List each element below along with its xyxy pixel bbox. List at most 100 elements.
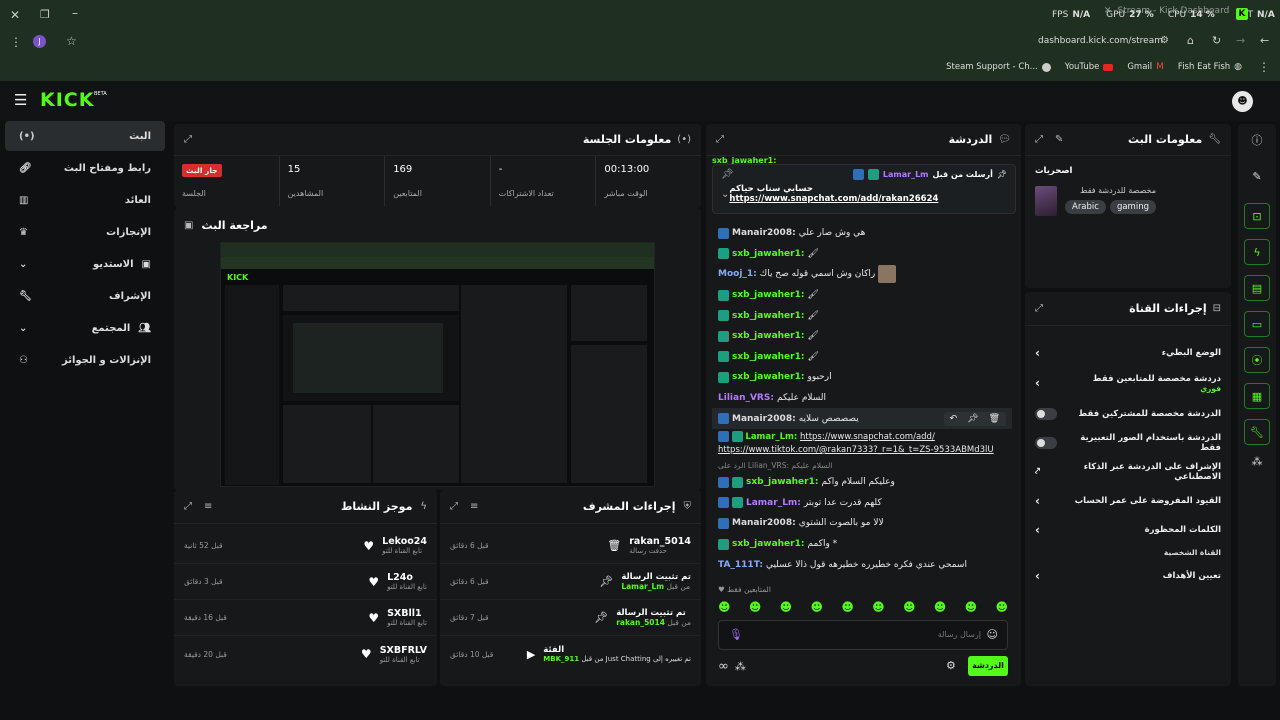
chat-link[interactable]: https://www.tiktok.com/@rakan7333?_r=1&_… xyxy=(718,445,994,455)
send-chat-button[interactable]: الدردشة xyxy=(968,656,1008,676)
delete-icon[interactable]: 🗑︎ xyxy=(989,414,1000,424)
chat-message[interactable]: sxb_jawaher1: وعليكم السلام واكم xyxy=(712,472,1012,493)
community-dots-icon[interactable]: ⁂ xyxy=(735,660,746,673)
emote-7-icon[interactable]: ☻ xyxy=(903,600,916,614)
account-age-row[interactable]: القيود المفروضة على عمر الحساب › xyxy=(1025,486,1231,515)
bookmark-youtube[interactable]: YouTube xyxy=(1065,62,1114,72)
reply-icon[interactable]: ↶ xyxy=(950,414,958,424)
emote-2-icon[interactable]: ☻ xyxy=(749,600,762,614)
chat-message[interactable]: sxb_jawaher1: ارحبوو xyxy=(712,367,1012,388)
chat-message-links[interactable]: Lamar_Lm: https://www.snapchat.com/add/h… xyxy=(712,429,1012,459)
chat-message-hovered[interactable]: Manair2008: يصصصص سلايه ↶ 📌︎ 🗑︎ xyxy=(712,408,1012,429)
menu-dots-icon[interactable]: ⋮ xyxy=(10,35,22,49)
sidebar-item-revenue[interactable]: العائد ▥ xyxy=(5,185,165,215)
stream-video[interactable]: KICK xyxy=(220,242,655,487)
broadcast-icon[interactable]: ⦿ xyxy=(1244,347,1270,373)
emote-9-icon[interactable]: ☻ xyxy=(965,600,978,614)
document-icon[interactable]: ▤ xyxy=(1244,275,1270,301)
emote-8-icon[interactable]: ☻ xyxy=(934,600,947,614)
lightning-icon[interactable]: ϟ xyxy=(1244,239,1270,265)
mic-icon[interactable]: 🎙︎ xyxy=(729,628,743,641)
actions-icon[interactable]: ▦ xyxy=(1244,383,1270,409)
pinned-message[interactable]: 📌︎ Lamar_Lm أرسلت من قبل 📌︎ ⌄ حسابي سناب ح… xyxy=(712,164,1016,214)
subscribers-only-toggle[interactable] xyxy=(1035,407,1057,420)
chat-link[interactable]: https://www.snapchat.com/add/ xyxy=(800,432,935,442)
chat-message[interactable]: sxb_jawaher1: 🖌︎ xyxy=(712,305,1012,326)
pin-icon[interactable]: 📌︎ xyxy=(967,414,978,424)
chat-message[interactable]: sxb_jawaher1: 🖌︎ xyxy=(712,347,1012,368)
chat-user[interactable]: sxb_jawaher1: xyxy=(732,249,804,259)
sidebar-item-studio[interactable]: ⌄ ▣ الاستديو xyxy=(5,249,165,279)
chat-message[interactable]: Manair2008: لالا مو بالصوت الشتوي xyxy=(712,513,1012,534)
chat-input[interactable]: 🎙︎ إرسال رسالة ☺ xyxy=(718,620,1008,650)
emote-10-icon[interactable]: ☻ xyxy=(995,600,1008,614)
pinned-link[interactable]: https://www.snapchat.com/add/rakan26624 xyxy=(729,194,938,204)
kick-logo[interactable]: KICK xyxy=(40,89,94,111)
chat-user[interactable]: sxb_jawaher1: xyxy=(732,331,804,341)
sidebar-item-moderation[interactable]: الإشراف 🔧︎ xyxy=(5,281,165,311)
chevron-down-icon[interactable]: ⌄ xyxy=(721,189,729,200)
sidebar-item-achievements[interactable]: الإنجازات ♛ xyxy=(5,217,165,247)
infinity-icon[interactable]: ∞ xyxy=(718,659,729,674)
chat-message[interactable]: Mooj_1: راكان وش اسمي قوله صح ياك xyxy=(712,264,1012,285)
bookmark-gmail[interactable]: Gmail M xyxy=(1127,62,1164,72)
tag-chip[interactable]: Arabic xyxy=(1065,200,1106,214)
popout-icon[interactable]: ⤢ xyxy=(184,501,192,512)
set-goals-row[interactable]: تعيين الأهداف › xyxy=(1025,561,1231,590)
sidebar-item-drops[interactable]: الإنزالات و الجوائز ⚇ xyxy=(5,345,165,375)
chat-user[interactable]: sxb_jawaher1: xyxy=(732,311,804,321)
chat-user[interactable]: Lamar_Lm: xyxy=(745,432,797,442)
chat-message[interactable]: Manair2008: هي وش صار علي xyxy=(712,223,1012,244)
emote-only-toggle[interactable] xyxy=(1035,436,1057,449)
forward-icon[interactable]: → xyxy=(1236,34,1245,47)
emote-only-row[interactable]: الدردشة باستخدام الصور التعبيرية فقط xyxy=(1025,428,1231,457)
chat-user[interactable]: Manair2008: xyxy=(732,414,796,424)
restore-window-icon[interactable]: ❐ xyxy=(40,8,50,21)
chat-message[interactable]: sxb_jawaher1: 🖌︎ xyxy=(712,326,1012,347)
bookmark-steam[interactable]: Steam Support - Ch... xyxy=(946,62,1051,72)
popout-icon[interactable]: ⤢ xyxy=(450,501,458,512)
sidebar-item-stream-key[interactable]: رابط ومفتاح البث 🔗︎ xyxy=(5,153,165,183)
url-text[interactable]: dashboard.kick.com/stream xyxy=(1038,36,1163,46)
close-window-icon[interactable]: ✕ xyxy=(10,8,20,22)
profile-avatar[interactable]: J xyxy=(33,35,46,48)
chat-user[interactable]: sxb_jawaher1: xyxy=(732,372,804,382)
popout-icon[interactable]: ⤢ xyxy=(716,134,724,145)
info-icon[interactable]: ⓘ xyxy=(1238,132,1276,148)
chat-user[interactable]: Manair2008: xyxy=(732,518,796,528)
chat-user[interactable]: Lilian_VRS: xyxy=(718,393,774,403)
sidebar-item-community[interactable]: ⌄ 👥︎ المجتمع xyxy=(5,313,165,343)
clip-icon[interactable]: ⊡ xyxy=(1244,203,1270,229)
home-icon[interactable]: ⌂ xyxy=(1187,34,1194,47)
filter-icon[interactable]: ≡ xyxy=(470,501,478,512)
chat-user[interactable]: sxb_jawaher1: xyxy=(746,477,818,487)
wrench-icon[interactable]: 🔧︎ xyxy=(1244,419,1270,445)
chat-message[interactable]: TA_111T: اسمحي عندي فكره خطيرره خطيرهه قو… xyxy=(712,554,1012,575)
emote-1-icon[interactable]: ☻ xyxy=(718,600,731,614)
reload-icon[interactable]: ↻ xyxy=(1212,34,1221,47)
popout-icon[interactable]: ⤢ xyxy=(1035,303,1043,314)
emote-4-icon[interactable]: ☻ xyxy=(810,600,823,614)
bookmark-fish[interactable]: Fish Eat Fish ◍ xyxy=(1178,62,1242,72)
pin-icon[interactable]: 📌︎ xyxy=(721,169,734,180)
followers-only-row[interactable]: دردشة مخصصة للمتابعين فقط فوري › xyxy=(1025,367,1231,399)
community-icon[interactable]: ⁂ xyxy=(1238,455,1276,468)
category-thumbnail[interactable] xyxy=(1035,186,1057,216)
hamburger-menu-icon[interactable]: ☰ xyxy=(14,91,27,109)
popout-icon[interactable]: ⤢ xyxy=(184,134,192,145)
site-settings-icon[interactable]: ⚙ xyxy=(1160,35,1169,46)
subscribers-only-row[interactable]: الدردشة مخصصة للمشتركين فقط xyxy=(1025,399,1231,428)
chat-user[interactable]: sxb_jawaher1: xyxy=(732,290,804,300)
tag-chip[interactable]: gaming xyxy=(1109,200,1156,214)
chat-user[interactable]: Mooj_1: xyxy=(718,269,757,279)
chat-message[interactable]: sxb_jawaher1: 🖌︎ xyxy=(712,285,1012,306)
filter-icon[interactable]: ≡ xyxy=(204,501,212,512)
chat-message[interactable]: sxb_jawaher1: واكمم * xyxy=(712,534,1012,555)
browser-tab[interactable]: ✕ Stream - Kick Dashboard xyxy=(1104,6,1229,16)
chat-user[interactable]: TA_111T: xyxy=(718,560,763,570)
chat-user[interactable]: Lamar_Lm: xyxy=(746,498,801,508)
chat-message[interactable]: Lamar_Lm: كلهم قدرت عدا توبتر xyxy=(712,493,1012,514)
emote-6-icon[interactable]: ☻ xyxy=(872,600,885,614)
edit-pencil-icon[interactable]: ✎ xyxy=(1055,134,1063,145)
chat-user[interactable]: sxb_jawaher1: xyxy=(732,539,804,549)
